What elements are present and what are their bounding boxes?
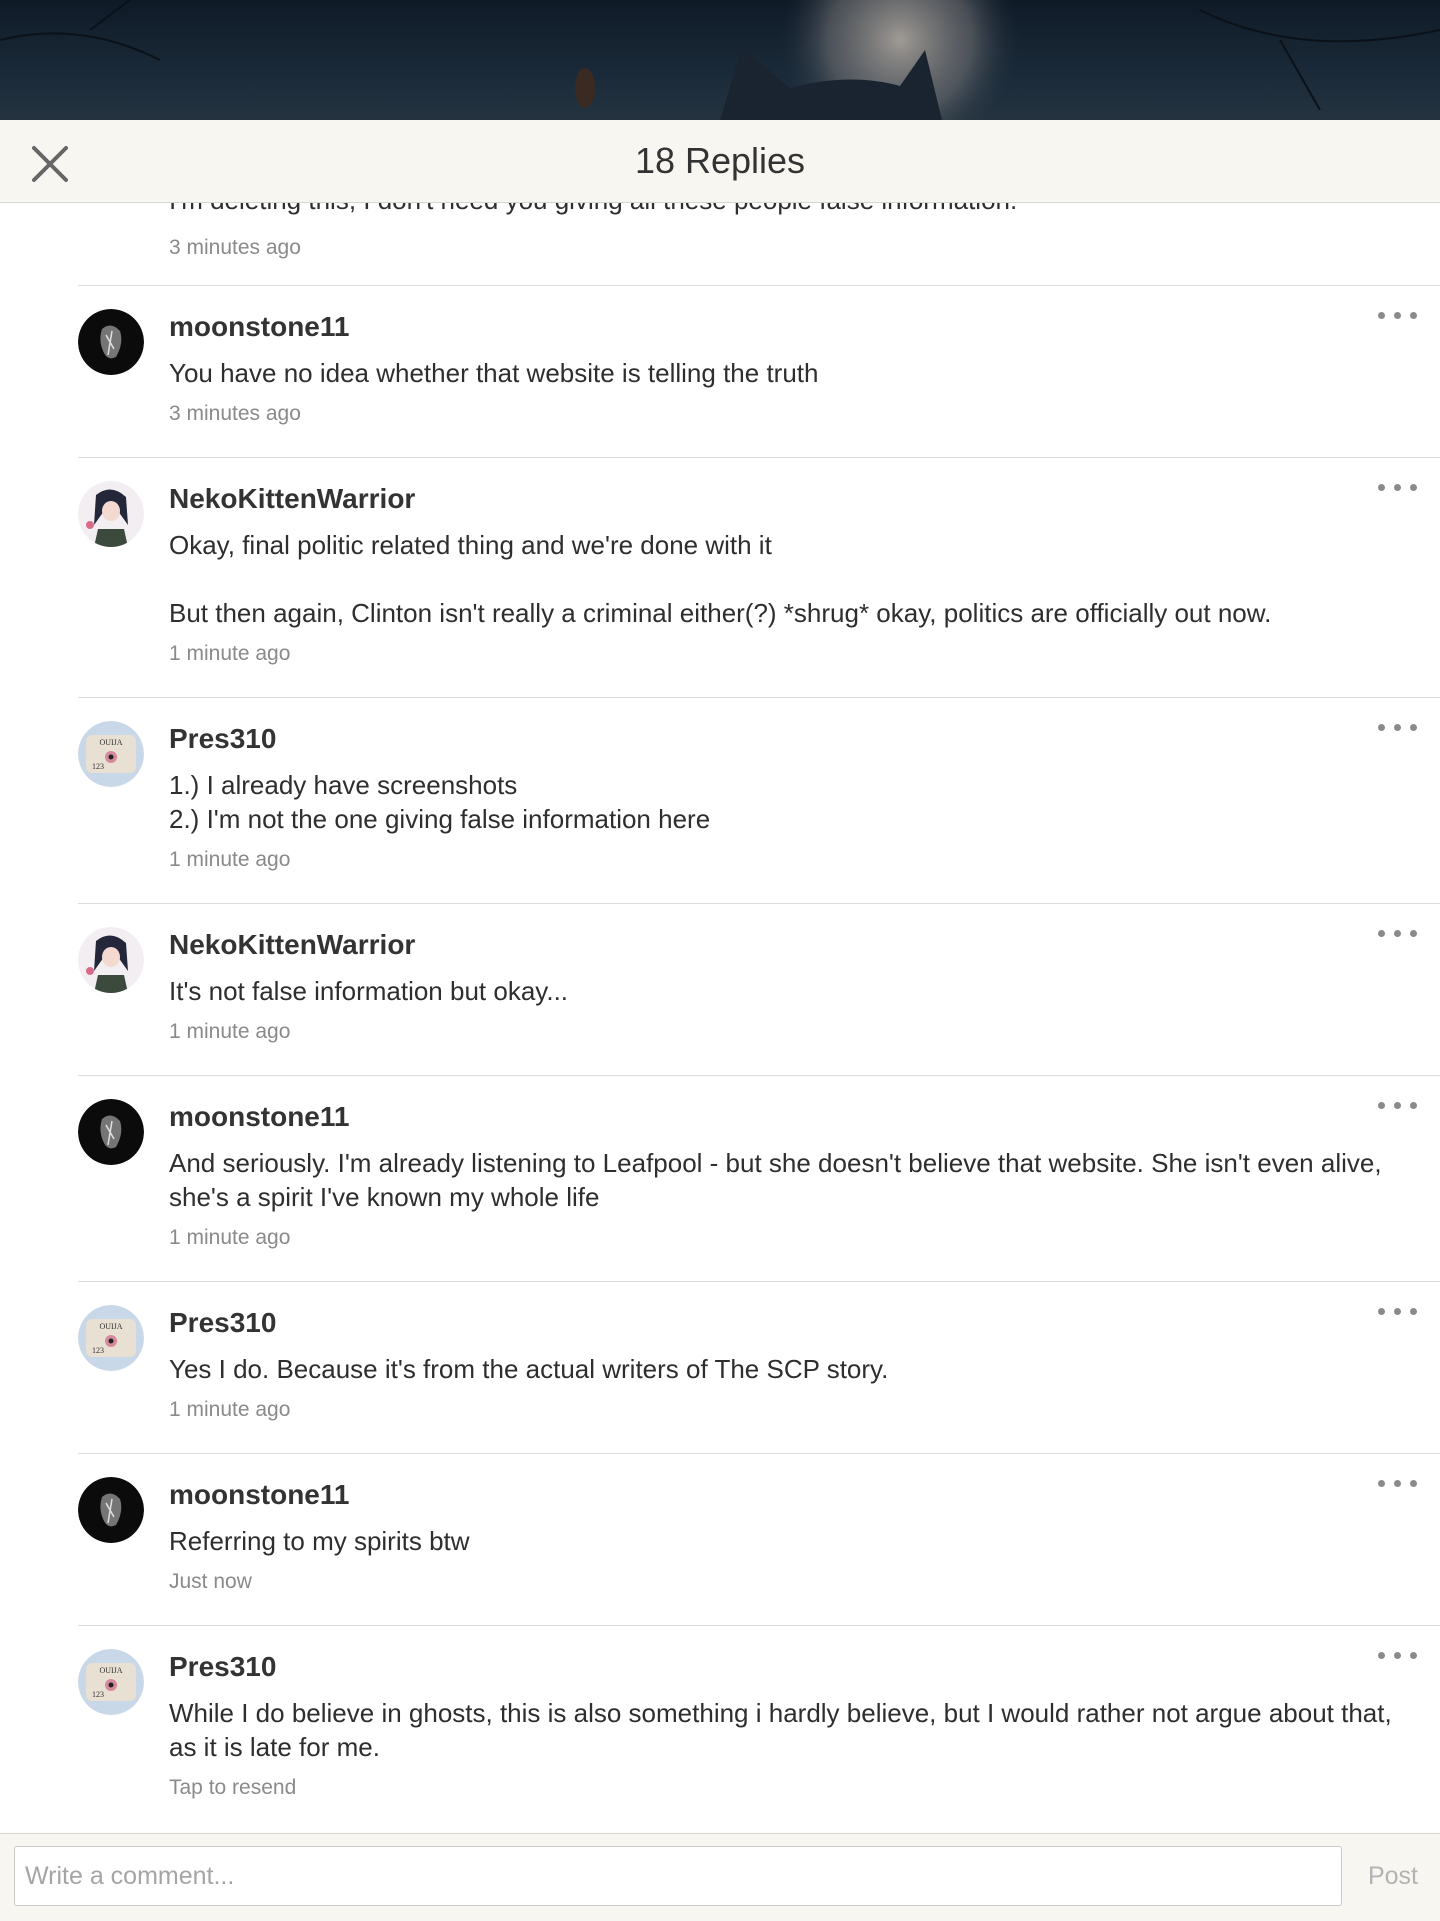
svg-text:OUIJA: OUIJA <box>99 1322 122 1331</box>
comment-item: OUIJA 123 Pres310 Yes I do. Because it's … <box>78 1282 1440 1454</box>
user-avatar[interactable]: OUIJA 123 <box>78 1649 144 1715</box>
more-options-button[interactable] <box>1378 718 1418 738</box>
comment-username[interactable]: moonstone11 <box>169 1479 349 1511</box>
dark-feline-avatar-icon <box>78 1099 144 1165</box>
svg-text:OUIJA: OUIJA <box>99 1666 122 1675</box>
dark-feline-avatar-icon <box>78 1477 144 1543</box>
ouija-board-avatar-icon: OUIJA 123 <box>78 721 144 787</box>
comment-item: moonstone11 Referring to my spirits btw … <box>78 1454 1440 1626</box>
user-avatar[interactable] <box>78 481 144 547</box>
anime-girl-avatar-icon <box>78 927 144 993</box>
header-background-image <box>0 0 1440 120</box>
comment-item: NekoKittenWarrior Okay, final politic re… <box>78 458 1440 698</box>
comment-composer: Post <box>0 1833 1440 1921</box>
comment-timestamp: 3 minutes ago <box>169 236 301 259</box>
comment-text: While I do believe in ghosts, this is al… <box>169 1698 1392 1762</box>
comment-username[interactable]: Pres310 <box>169 1651 276 1683</box>
comment-timestamp: 1 minute ago <box>169 1226 291 1249</box>
more-options-button[interactable] <box>1378 1646 1418 1666</box>
user-avatar[interactable] <box>78 1477 144 1543</box>
comment-text: Referring to my spirits btw <box>169 1526 470 1556</box>
comment-timestamp: 1 minute ago <box>169 1398 291 1421</box>
comment-username[interactable]: NekoKittenWarrior <box>169 929 415 961</box>
comment-timestamp: Just now <box>169 1570 252 1593</box>
comment-username[interactable]: NekoKittenWarrior <box>169 483 415 515</box>
ouija-board-avatar-icon: OUIJA 123 <box>78 1649 144 1715</box>
user-avatar[interactable] <box>78 927 144 993</box>
comment-item: OUIJA 123 Pres310 1.) I already have scre… <box>78 698 1440 904</box>
comment-text: 1.) I already have screenshots 2.) I'm no… <box>169 770 711 834</box>
anime-girl-avatar-icon <box>78 481 144 547</box>
comment-username[interactable]: Pres310 <box>169 1307 276 1339</box>
more-options-button[interactable] <box>1378 1474 1418 1494</box>
post-button[interactable]: Post <box>1368 1846 1418 1906</box>
comment-text: Yes I do. Because it's from the actual w… <box>169 1354 889 1384</box>
comment-item: moonstone11 And seriously. I'm already l… <box>78 1076 1440 1282</box>
comment-text: You have no idea whether that website is… <box>169 358 819 388</box>
user-avatar[interactable]: OUIJA 123 <box>78 1305 144 1371</box>
comment-item: moonstone11 You have no idea whether tha… <box>78 286 1440 458</box>
comment-item: NekoKittenWarrior It's not false informa… <box>78 904 1440 1076</box>
comment-text: And seriously. I'm already listening to … <box>169 1148 1382 1212</box>
comment-text: I'm deleting this, I don't need you givi… <box>169 203 1017 216</box>
user-avatar[interactable] <box>78 309 144 375</box>
more-options-button[interactable] <box>1378 478 1418 498</box>
comment-timestamp: 1 minute ago <box>169 1020 291 1043</box>
more-options-button[interactable] <box>1378 1302 1418 1322</box>
user-avatar[interactable]: OUIJA 123 <box>78 721 144 787</box>
replies-header: 18 Replies <box>0 120 1440 203</box>
comment-username[interactable]: moonstone11 <box>169 311 349 343</box>
more-options-button[interactable] <box>1378 924 1418 944</box>
tap-to-resend-link[interactable]: Tap to resend <box>169 1776 296 1800</box>
more-options-button[interactable] <box>1378 306 1418 326</box>
comment-timestamp: 3 minutes ago <box>169 402 301 425</box>
svg-text:123: 123 <box>92 762 104 771</box>
comment-timestamp: 1 minute ago <box>169 642 291 665</box>
comment-item: OUIJA 123 Pres310 While I do believe in g… <box>78 1626 1440 1832</box>
comment-text: Okay, final politic related thing and we… <box>169 530 1272 628</box>
comment-input[interactable] <box>14 1846 1342 1906</box>
page-title: 18 Replies <box>634 140 806 181</box>
svg-text:OUIJA: OUIJA <box>99 738 122 747</box>
comment-username[interactable]: Pres310 <box>169 723 276 755</box>
moonlit-cat-banner <box>0 0 1440 120</box>
dark-feline-avatar-icon <box>78 309 144 375</box>
svg-text:123: 123 <box>92 1690 104 1699</box>
comment-text: It's not false information but okay... <box>169 976 569 1006</box>
comment-timestamp: 1 minute ago <box>169 848 291 871</box>
comment-username[interactable]: moonstone11 <box>169 1101 349 1133</box>
user-avatar[interactable] <box>78 1099 144 1165</box>
svg-text:123: 123 <box>92 1346 104 1355</box>
replies-list[interactable]: I'm deleting this, I don't need you givi… <box>0 203 1440 1833</box>
more-options-button[interactable] <box>1378 1096 1418 1116</box>
ouija-board-avatar-icon: OUIJA 123 <box>78 1305 144 1371</box>
